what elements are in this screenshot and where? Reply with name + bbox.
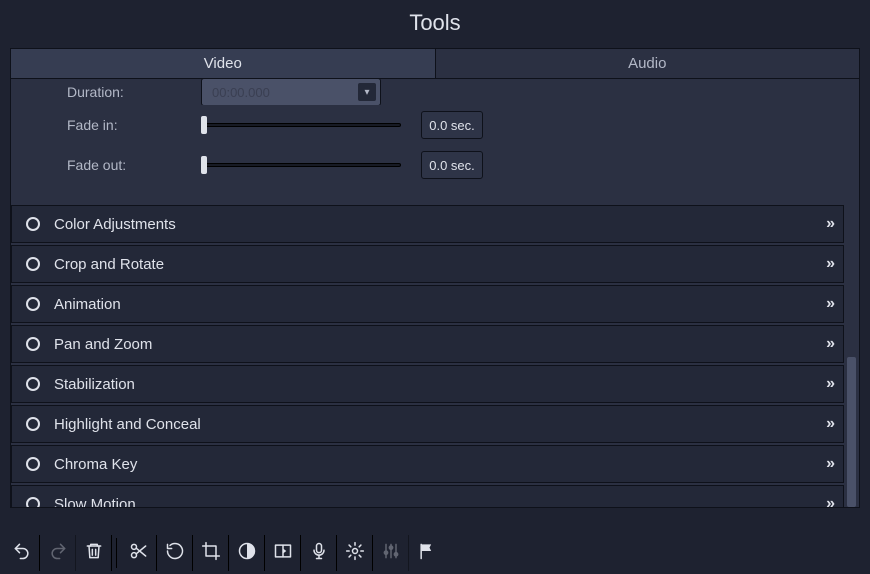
trash-icon xyxy=(84,541,104,566)
toolbar-separator xyxy=(116,538,117,568)
accordion-color-adjustments[interactable]: Color Adjustments» xyxy=(11,205,844,243)
chevron-right-icon: » xyxy=(826,215,829,233)
fade-in-slider[interactable] xyxy=(201,114,401,136)
radio-icon[interactable] xyxy=(26,417,40,431)
contrast-icon xyxy=(237,541,257,566)
accordion-label: Highlight and Conceal xyxy=(54,416,826,433)
scrollbar-thumb[interactable] xyxy=(847,357,856,507)
accordion-highlight-and-conceal[interactable]: Highlight and Conceal» xyxy=(11,405,844,443)
accordion-label: Chroma Key xyxy=(54,456,826,473)
equalizer-icon xyxy=(381,541,401,566)
chevron-down-icon: ▾ xyxy=(358,83,376,101)
chevron-right-icon: » xyxy=(826,495,829,507)
undo-button[interactable] xyxy=(4,535,40,571)
equalizer-button xyxy=(373,535,409,571)
chevron-right-icon: » xyxy=(826,455,829,473)
radio-icon[interactable] xyxy=(26,377,40,391)
redo-icon xyxy=(48,541,68,566)
chevron-right-icon: » xyxy=(826,375,829,393)
radio-icon[interactable] xyxy=(26,297,40,311)
rotate-button[interactable] xyxy=(157,535,193,571)
accordion-crop-and-rotate[interactable]: Crop and Rotate» xyxy=(11,245,844,283)
radio-icon[interactable] xyxy=(26,217,40,231)
panel-body: Duration: 00:00.000 ▾ Fade in: 0.0 sec. xyxy=(10,78,860,508)
duration-select[interactable]: 00:00.000 ▾ xyxy=(201,79,381,105)
radio-icon[interactable] xyxy=(26,497,40,507)
accordion-slow-motion[interactable]: Slow Motion» xyxy=(11,485,844,507)
tabs: Video Audio xyxy=(10,48,860,78)
vertical-scrollbar[interactable] xyxy=(844,79,859,507)
tab-audio[interactable]: Audio xyxy=(435,48,861,78)
slider-track xyxy=(201,123,401,127)
gear-button[interactable] xyxy=(337,535,373,571)
scissors-button[interactable] xyxy=(121,535,157,571)
transition-button[interactable] xyxy=(265,535,301,571)
slider-handle[interactable] xyxy=(201,116,207,134)
accordion-label: Slow Motion xyxy=(54,496,826,508)
accordion-label: Pan and Zoom xyxy=(54,336,826,353)
crop-button[interactable] xyxy=(193,535,229,571)
scissors-icon xyxy=(129,541,149,566)
flag-icon xyxy=(417,541,437,566)
chevron-right-icon: » xyxy=(826,415,829,433)
radio-icon[interactable] xyxy=(26,337,40,351)
accordion-label: Animation xyxy=(54,296,826,313)
panel-title: Tools xyxy=(0,0,870,48)
fade-out-slider[interactable] xyxy=(201,154,401,176)
flag-button[interactable] xyxy=(409,535,445,571)
contrast-button[interactable] xyxy=(229,535,265,571)
slider-handle[interactable] xyxy=(201,156,207,174)
fade-out-value: 0.0 sec. xyxy=(421,151,483,179)
duration-value: 00:00.000 xyxy=(212,85,270,100)
radio-icon[interactable] xyxy=(26,457,40,471)
gear-icon xyxy=(345,541,365,566)
transition-icon xyxy=(273,541,293,566)
accordion-pan-and-zoom[interactable]: Pan and Zoom» xyxy=(11,325,844,363)
section-general: Duration: 00:00.000 ▾ Fade in: 0.0 sec. xyxy=(11,79,844,199)
chevron-right-icon: » xyxy=(826,295,829,313)
duration-label: Duration: xyxy=(67,84,187,100)
tab-video[interactable]: Video xyxy=(10,48,436,78)
fade-in-label: Fade in: xyxy=(67,117,187,133)
accordion-label: Crop and Rotate xyxy=(54,256,826,273)
accordion-list: Color Adjustments»Crop and Rotate»Animat… xyxy=(11,205,844,507)
undo-icon xyxy=(12,541,32,566)
accordion-label: Color Adjustments xyxy=(54,216,826,233)
radio-icon[interactable] xyxy=(26,257,40,271)
accordion-label: Stabilization xyxy=(54,376,826,393)
crop-icon xyxy=(201,541,221,566)
slider-track xyxy=(201,163,401,167)
mic-icon xyxy=(309,541,329,566)
mic-button[interactable] xyxy=(301,535,337,571)
accordion-animation[interactable]: Animation» xyxy=(11,285,844,323)
bottom-toolbar xyxy=(0,532,449,574)
trash-button[interactable] xyxy=(76,535,112,571)
accordion-chroma-key[interactable]: Chroma Key» xyxy=(11,445,844,483)
fade-out-label: Fade out: xyxy=(67,157,187,173)
redo-button xyxy=(40,535,76,571)
rotate-icon xyxy=(165,541,185,566)
fade-in-value: 0.0 sec. xyxy=(421,111,483,139)
chevron-right-icon: » xyxy=(826,335,829,353)
chevron-right-icon: » xyxy=(826,255,829,273)
accordion-stabilization[interactable]: Stabilization» xyxy=(11,365,844,403)
